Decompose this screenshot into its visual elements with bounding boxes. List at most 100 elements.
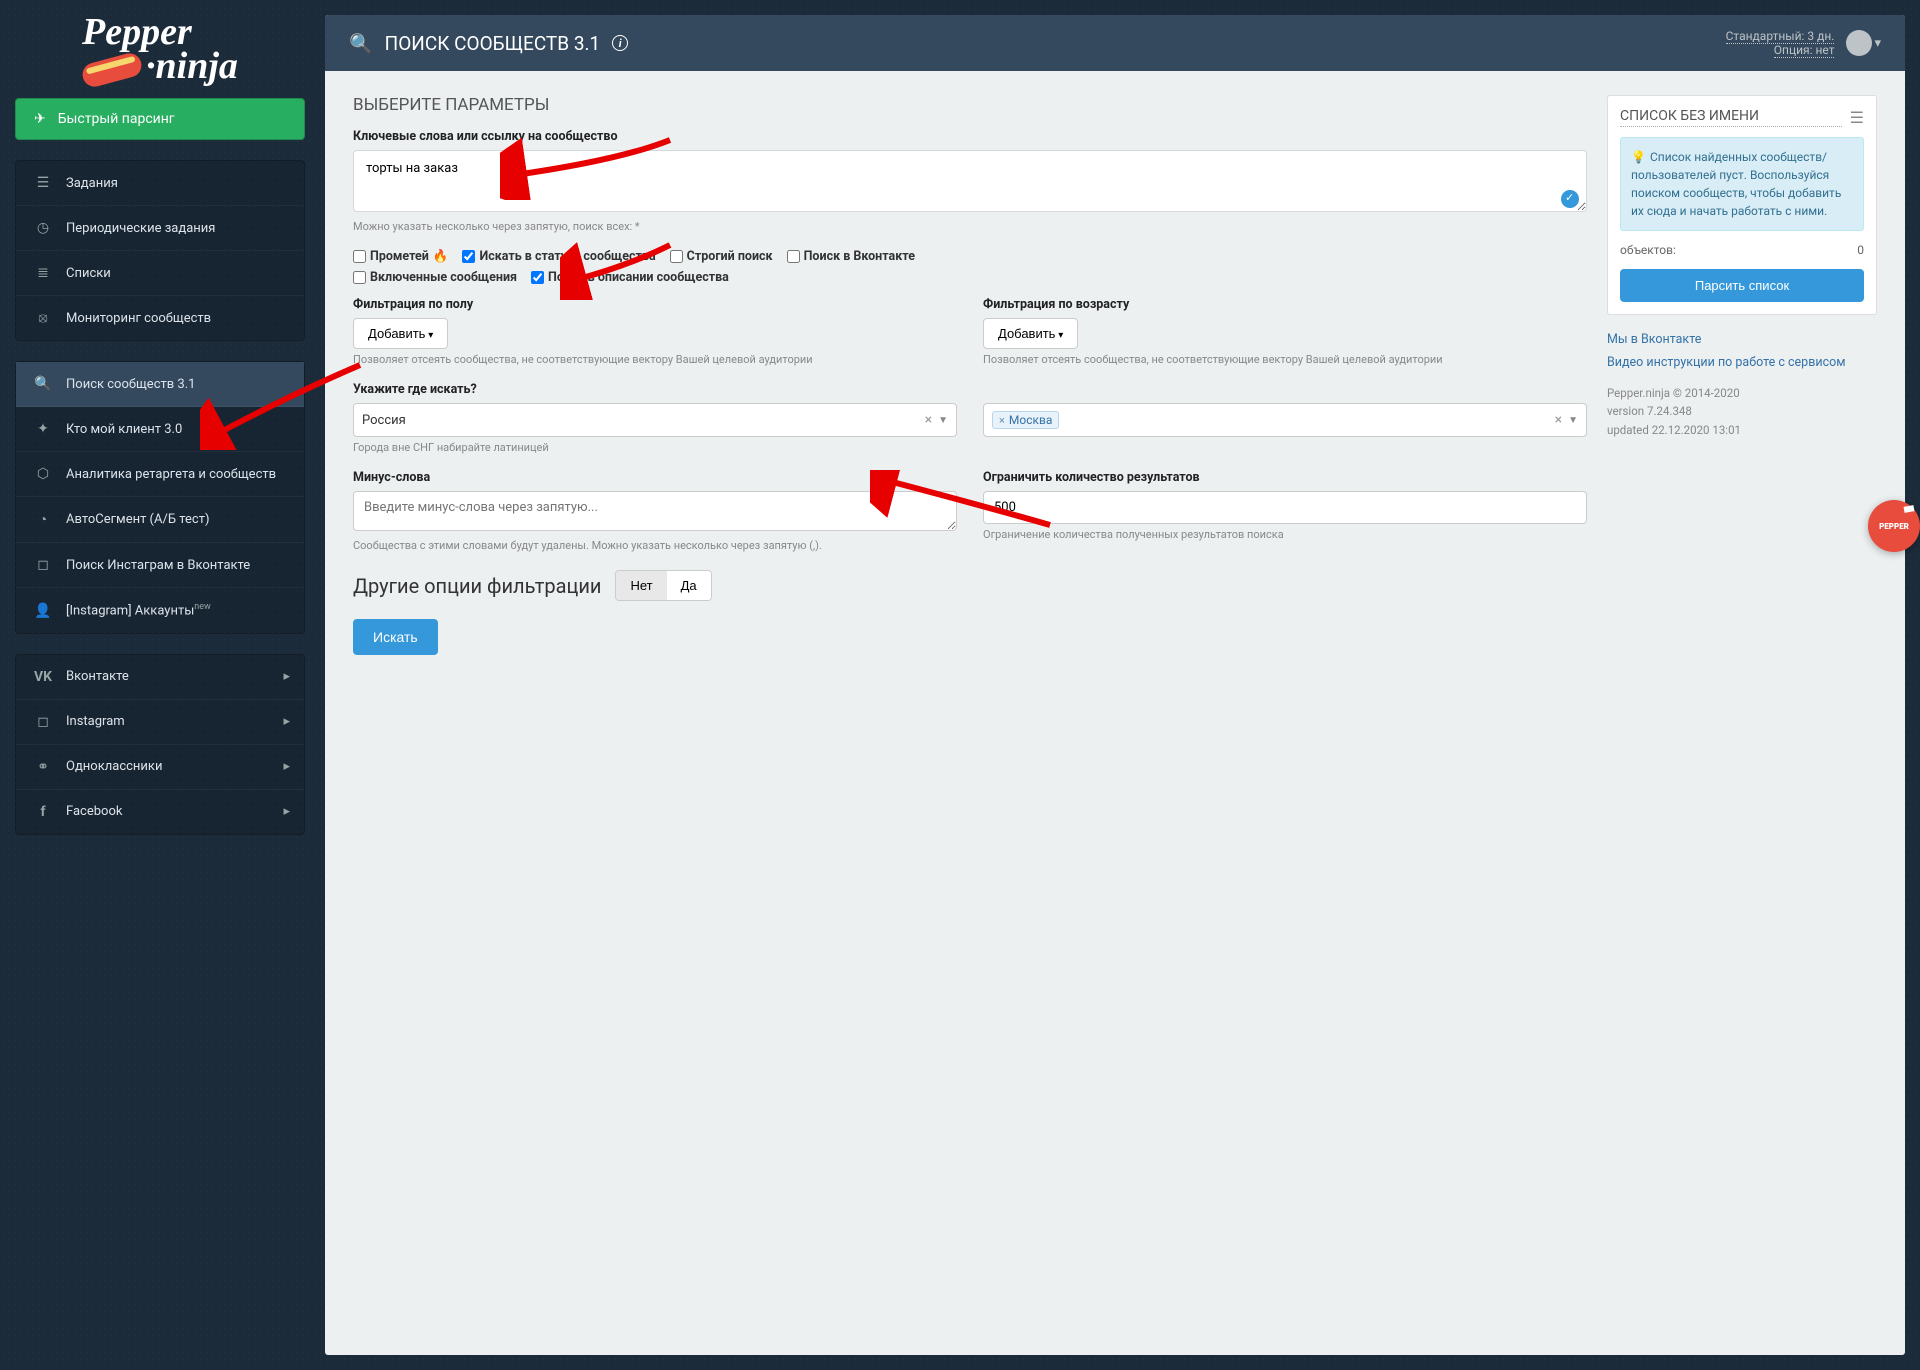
remove-tag-icon[interactable]: × — [999, 414, 1005, 427]
check-status[interactable]: Искать в статусе сообщества — [462, 249, 655, 264]
keywords-input[interactable]: торты на заказ — [353, 150, 1587, 212]
info-icon[interactable]: i — [612, 35, 628, 51]
limit-label: Ограничить количество результатов — [983, 470, 1587, 485]
sidebar-item-search-communities[interactable]: 🔍Поиск сообществ 3.1 — [16, 362, 304, 407]
sidebar-item-odnoklassniki[interactable]: ⚭Одноклассники▸ — [16, 745, 304, 790]
avatar[interactable] — [1846, 30, 1872, 56]
check-prometheus[interactable]: Прометей 🔥 — [353, 249, 448, 264]
keywords-hint: Можно указать несколько через запятую, п… — [353, 220, 1587, 233]
objects-label: объектов: — [1620, 243, 1676, 257]
chevron-right-icon: ▸ — [283, 759, 290, 774]
limit-hint: Ограничение количества полученных резуль… — [983, 528, 1587, 541]
binoculars-icon: ⦻ — [34, 310, 52, 326]
ok-icon: ⚭ — [34, 759, 52, 775]
list-icon: ≣ — [34, 265, 52, 281]
list-box: СПИСОК БЕЗ ИМЕНИ ☰ 💡Список найденных соо… — [1607, 95, 1877, 315]
hotdog-icon — [80, 51, 144, 90]
limit-input[interactable] — [983, 491, 1587, 524]
chevron-right-icon: ▸ — [283, 714, 290, 729]
checkbox-row-2: Включенные сообщения Поиск в описании со… — [353, 270, 1587, 285]
logo[interactable]: Pepper ·ninja — [15, 15, 305, 83]
topbar: 🔍 ПОИСК СООБЩЕСТВ 3.1 i Стандартный: 3 д… — [325, 15, 1905, 71]
footer-links: Мы в Вконтакте Видео инструкции по работ… — [1607, 329, 1877, 374]
sidebar: Pepper ·ninja ✈ Быстрый парсинг ☰Задания… — [15, 15, 305, 1355]
sidebar-item-facebook[interactable]: fFacebook▸ — [16, 790, 304, 834]
clear-icon[interactable]: × — [1555, 412, 1562, 428]
age-hint: Позволяет отсеять сообщества, не соответ… — [983, 353, 1587, 366]
instagram-icon: ◻ — [34, 557, 52, 573]
gender-label: Фильтрация по полу — [353, 297, 957, 312]
right-panel: СПИСОК БЕЗ ИМЕНИ ☰ 💡Список найденных соо… — [1607, 95, 1877, 655]
city-tag[interactable]: ×Москва — [992, 411, 1059, 429]
search-button[interactable]: Искать — [353, 619, 438, 655]
chevron-right-icon: ▸ — [283, 669, 290, 684]
sidebar-group-1: ☰Задания ◷Периодические задания ≣Списки … — [15, 160, 305, 341]
clear-icon[interactable]: × — [925, 412, 932, 428]
footer-meta: Pepper.ninja © 2014-2020 version 7.24.34… — [1607, 384, 1877, 439]
tasks-icon: ☰ — [34, 175, 52, 191]
main: 🔍 ПОИСК СООБЩЕСТВ 3.1 i Стандартный: 3 д… — [325, 15, 1905, 1355]
section-title: ВЫБЕРИТЕ ПАРАМЕТРЫ — [353, 95, 1587, 115]
search-icon: 🔍 — [349, 32, 373, 55]
check-description[interactable]: Поиск в описании сообщества — [531, 270, 729, 285]
parse-list-button[interactable]: Парсить список — [1620, 269, 1864, 302]
sidebar-group-3: VKВконтакте▸ ◻Instagram▸ ⚭Одноклассники▸… — [15, 654, 305, 835]
page-title: 🔍 ПОИСК СООБЩЕСТВ 3.1 i — [349, 32, 628, 55]
chevron-down-icon: ▼ — [1568, 415, 1578, 426]
age-add-button[interactable]: Добавить — [983, 318, 1078, 349]
minus-label: Минус-слова — [353, 470, 957, 485]
sidebar-item-instagram-vk[interactable]: ◻Поиск Инстаграм в Вконтакте — [16, 543, 304, 588]
country-select[interactable]: Россия × ▼ — [353, 403, 957, 437]
option-link[interactable]: Опция: нет — [1774, 43, 1835, 58]
other-filters-toggle: Нет Да — [615, 570, 711, 601]
bulb-icon: 💡 — [1631, 150, 1646, 164]
check-enabled[interactable]: Включенные сообщения — [353, 270, 517, 285]
link-vk[interactable]: Мы в Вконтакте — [1607, 332, 1701, 347]
facebook-icon: f — [34, 804, 52, 820]
sidebar-item-instagram-accounts[interactable]: 👤[Instagram] Аккаунтыnew — [16, 588, 304, 632]
objects-count: 0 — [1857, 243, 1864, 257]
where-hint: Города вне СНГ набирайте латиницей — [353, 441, 957, 454]
keywords-label: Ключевые слова или ссылку на сообщество — [353, 129, 1587, 144]
where-label: Укажите где искать? — [353, 382, 1587, 397]
instagram-icon: ◻ — [34, 714, 52, 730]
sidebar-item-analytics[interactable]: ⬡Аналитика ретаргета и сообществ — [16, 452, 304, 497]
sidebar-item-instagram[interactable]: ◻Instagram▸ — [16, 700, 304, 745]
check-strict[interactable]: Строгий поиск — [670, 249, 773, 264]
avatar-caret-icon[interactable]: ▾ — [1874, 36, 1881, 51]
chevron-right-icon: ▸ — [283, 804, 290, 819]
sidebar-item-tasks[interactable]: ☰Задания — [16, 161, 304, 206]
info-box: 💡Список найденных сообществ/пользователе… — [1620, 137, 1864, 231]
sidebar-item-periodic[interactable]: ◷Периодические задания — [16, 206, 304, 251]
sidebar-group-2: 🔍Поиск сообществ 3.1 ✦Кто мой клиент 3.0… — [15, 361, 305, 633]
list-title[interactable]: СПИСОК БЕЗ ИМЕНИ — [1620, 108, 1842, 127]
other-filters-label: Другие опции фильтрации — [353, 574, 601, 598]
minus-input[interactable] — [353, 491, 957, 531]
link-video[interactable]: Видео инструкции по работе с сервисом — [1607, 355, 1846, 370]
sidebar-item-autosegment[interactable]: ◔АвтоСегмент (А/Б тест) — [16, 497, 304, 543]
fire-icon: 🔥 — [433, 249, 449, 264]
fast-parsing-button[interactable]: ✈ Быстрый парсинг — [15, 98, 305, 140]
age-label: Фильтрация по возрасту — [983, 297, 1587, 312]
clock-icon: ◷ — [34, 220, 52, 236]
plan-link[interactable]: Стандартный: 3 дн. — [1726, 29, 1835, 44]
sidebar-item-monitoring[interactable]: ⦻Мониторинг сообществ — [16, 296, 304, 340]
pepper-badge[interactable]: PEPPER — [1868, 500, 1920, 552]
city-select[interactable]: ×Москва × ▼ — [983, 403, 1587, 437]
form-area: ВЫБЕРИТЕ ПАРАМЕТРЫ Ключевые слова или сс… — [353, 95, 1587, 655]
toggle-yes[interactable]: Да — [667, 571, 711, 600]
sidebar-item-who-client[interactable]: ✦Кто мой клиент 3.0 — [16, 407, 304, 452]
vk-icon: VK — [34, 669, 52, 685]
check-vk[interactable]: Поиск в Вконтакте — [787, 249, 915, 264]
toggle-no[interactable]: Нет — [616, 571, 666, 600]
check-badge-icon — [1561, 190, 1579, 208]
chevron-down-icon: ▼ — [938, 415, 948, 426]
wand-icon: ✦ — [34, 421, 52, 437]
checkbox-row: Прометей 🔥 Искать в статусе сообщества С… — [353, 249, 1587, 264]
gender-add-button[interactable]: Добавить — [353, 318, 448, 349]
menu-icon[interactable]: ☰ — [1850, 108, 1864, 127]
sidebar-item-vkontakte[interactable]: VKВконтакте▸ — [16, 655, 304, 700]
pie-icon: ◔ — [34, 511, 52, 528]
chart-icon: ⬡ — [34, 466, 52, 482]
sidebar-item-lists[interactable]: ≣Списки — [16, 251, 304, 296]
